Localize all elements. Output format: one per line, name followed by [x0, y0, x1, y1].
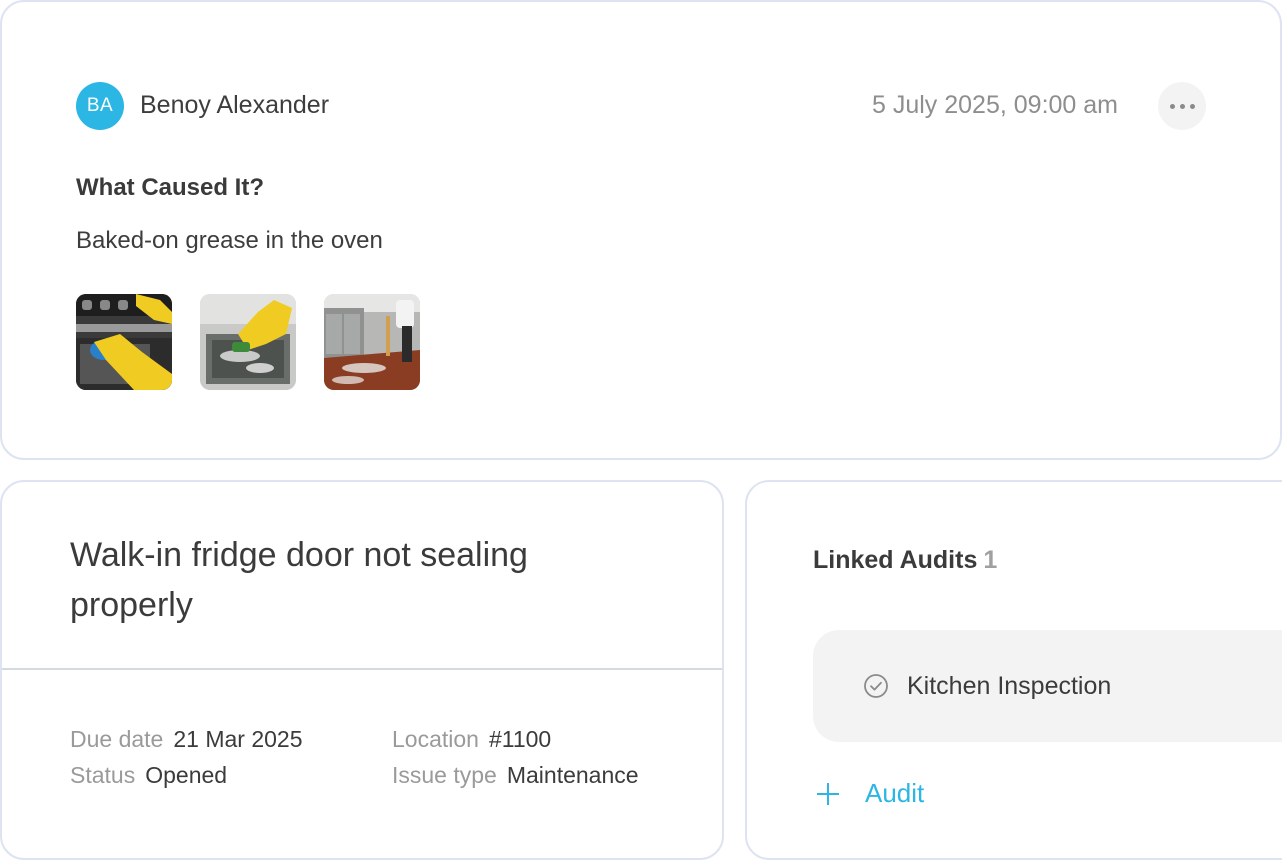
add-audit-label: Audit — [865, 778, 925, 808]
avatar[interactable]: BA — [76, 82, 124, 130]
status-label: Status — [70, 762, 136, 788]
due-date-label: Due date — [70, 726, 164, 752]
location-field: Location #1100 — [392, 726, 551, 753]
add-audit-button[interactable]: Audit — [817, 778, 924, 809]
more-icon — [1169, 103, 1175, 109]
issue-type-label: Issue type — [392, 762, 497, 788]
attachment-thumbnail-floor[interactable] — [324, 294, 420, 390]
due-date-field: Due date 21 Mar 2025 — [70, 726, 303, 753]
divider — [2, 668, 722, 670]
status-field: Status Opened — [70, 762, 227, 789]
due-date-value: 21 Mar 2025 — [173, 726, 303, 752]
issue-title: Walk-in fridge door not sealing properly — [70, 536, 528, 624]
more-options-button[interactable] — [1158, 82, 1206, 130]
issue-type-field: Issue type Maintenance — [392, 762, 639, 789]
linked-audit-name: Kitchen Inspection — [907, 672, 1112, 700]
attachment-thumbnail-sink[interactable] — [200, 294, 296, 390]
plus-icon — [817, 782, 839, 805]
comment-timestamp: 5 July 2025, 09:00 am — [872, 91, 1118, 119]
linked-audits-title: Linked Audits — [813, 546, 978, 574]
location-value: #1100 — [488, 726, 552, 752]
answer-text: Baked-on grease in the oven — [76, 227, 383, 254]
linked-audits-count: 1 — [983, 546, 998, 574]
comment-card: BA Benoy Alexander 5 July 2025, 09:00 am… — [0, 0, 1282, 460]
issue-type-value: Maintenance — [506, 762, 639, 788]
status-value: Opened — [145, 762, 228, 788]
linked-audit-item[interactable]: Kitchen Inspection — [813, 630, 1282, 742]
attachment-thumbnail-oven[interactable] — [76, 294, 172, 390]
linked-audits-card: Linked Audits 1 Kitchen Inspection Audit — [745, 480, 1282, 860]
author-name[interactable]: Benoy Alexander — [140, 91, 329, 120]
check-circle-icon — [863, 673, 889, 704]
linked-audits-heading: Linked Audits 1 — [813, 546, 997, 575]
issue-card: Walk-in fridge door not sealing properly… — [0, 480, 724, 860]
location-label: Location — [392, 726, 479, 752]
question-heading: What Caused It? — [76, 174, 265, 201]
